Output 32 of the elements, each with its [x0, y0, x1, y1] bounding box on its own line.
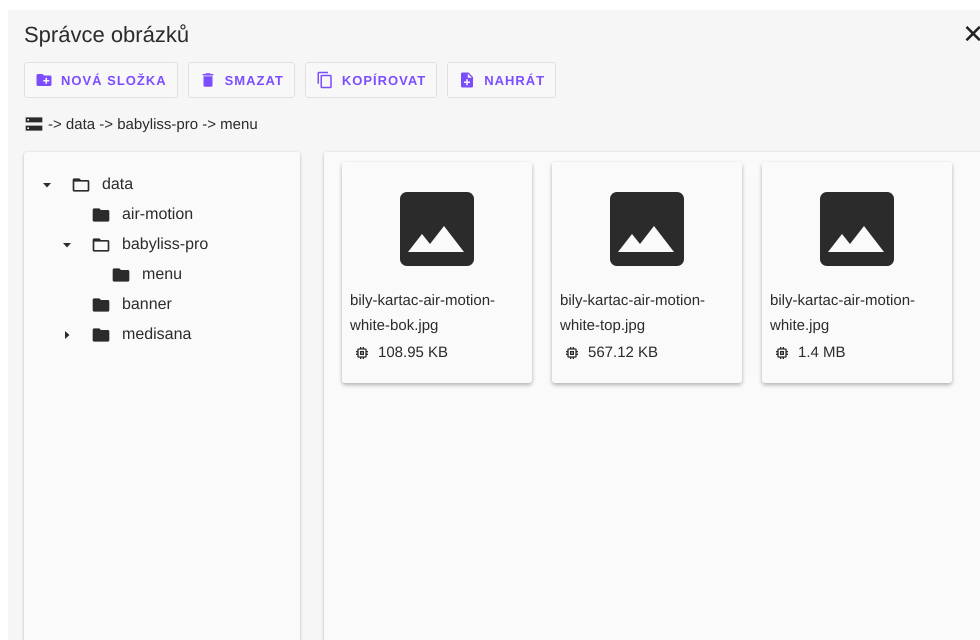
delete-button[interactable]: SMAZAT: [188, 62, 295, 98]
file-name: bily-kartac-air-motion-white.jpg: [770, 291, 916, 336]
copy-button[interactable]: KOPÍROVAT: [304, 62, 438, 98]
chip-icon: [774, 344, 790, 360]
file-size: 1.4 MB: [798, 344, 846, 361]
image-icon: [400, 192, 474, 266]
image-icon: [820, 192, 894, 266]
file-card[interactable]: bily-kartac-air-motion-white.jpg 1.4 MB: [762, 162, 952, 383]
caret-down-icon[interactable]: [42, 180, 52, 190]
dialog-title: Správce obrázků: [24, 22, 190, 48]
folder-name[interactable]: banner: [122, 296, 172, 314]
copy-icon: [316, 71, 334, 89]
chip-icon: [354, 344, 370, 360]
chip-icon: [564, 344, 580, 360]
file-name: bily-kartac-air-motion-white-bok.jpg: [350, 291, 496, 336]
caret-right-icon[interactable]: [62, 330, 72, 340]
caret-down-icon[interactable]: [62, 240, 72, 250]
new-folder-button[interactable]: NOVÁ SLOŽKA: [24, 62, 178, 98]
file-card[interactable]: bily-kartac-air-motion-white-bok.jpg 108.95 KB: [342, 162, 532, 383]
folder-name[interactable]: babyliss-pro: [122, 236, 208, 254]
file-card[interactable]: bily-kartac-air-motion-white-top.jpg 567.12 KB: [552, 162, 742, 383]
upload-button[interactable]: NAHRÁT: [447, 62, 556, 98]
folder-name[interactable]: menu: [142, 266, 182, 284]
file-size: 108.95 KB: [378, 344, 448, 361]
breadcrumb-path: -> data -> babyliss-pro -> menu: [48, 116, 258, 132]
file-size: 567.12 KB: [588, 344, 658, 361]
file-name: bily-kartac-air-motion-white-top.jpg: [560, 291, 706, 336]
folder-name[interactable]: medisana: [122, 326, 192, 344]
folder-name[interactable]: data: [102, 176, 134, 194]
folder-plus-icon: [35, 71, 53, 89]
folder-name[interactable]: air-motion: [122, 206, 194, 224]
image-icon: [610, 192, 684, 266]
